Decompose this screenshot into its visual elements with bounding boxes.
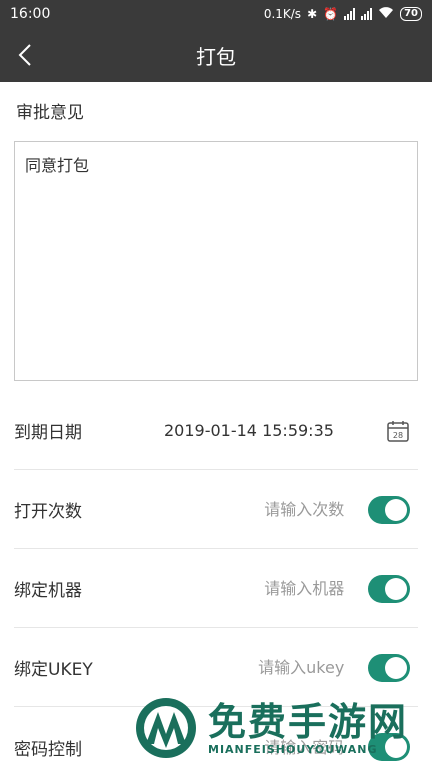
net-speed: 0.1K/s bbox=[263, 7, 302, 21]
toggle-knob bbox=[385, 577, 407, 600]
back-button[interactable] bbox=[10, 40, 40, 70]
wifi-icon bbox=[378, 6, 394, 22]
expiry-row[interactable]: 到期日期 2019-01-14 15:59:35 28 bbox=[14, 392, 418, 470]
bind-ukey-input[interactable] bbox=[144, 658, 345, 677]
calendar-icon[interactable]: 28 bbox=[386, 419, 410, 443]
approval-label: 审批意见 bbox=[16, 103, 84, 123]
open-count-toggle[interactable] bbox=[368, 495, 410, 524]
battery-icon: 70 bbox=[400, 7, 422, 21]
status-time: 16:00 bbox=[10, 6, 51, 22]
toggle-knob bbox=[385, 656, 407, 679]
expiry-label: 到期日期 bbox=[14, 423, 82, 443]
bind-machine-toggle[interactable] bbox=[368, 574, 410, 603]
bluetooth-icon: ✱ bbox=[307, 7, 318, 21]
password-label: 密码控制 bbox=[14, 739, 82, 760]
bind-machine-label: 绑定机器 bbox=[14, 581, 82, 601]
toggle-knob bbox=[385, 498, 407, 521]
bind-ukey-toggle[interactable] bbox=[368, 653, 410, 682]
open-count-input[interactable] bbox=[144, 500, 345, 519]
status-icons: 0.1K/s ✱ ⏰ 70 bbox=[263, 6, 422, 22]
open-count-label: 打开次数 bbox=[14, 502, 82, 522]
bind-machine-row: 绑定机器 bbox=[14, 550, 418, 628]
watermark-text: 免费手游网 MIANFEISHOUYOUWANG bbox=[208, 701, 408, 756]
watermark-logo-icon bbox=[136, 698, 196, 758]
title-bar: 打包 bbox=[0, 28, 432, 82]
watermark-domain: MIANFEISHOUYOUWANG bbox=[208, 742, 378, 756]
open-count-row: 打开次数 bbox=[14, 471, 418, 549]
alarm-icon: ⏰ bbox=[323, 7, 339, 21]
expiry-value[interactable]: 2019-01-14 15:59:35 bbox=[164, 421, 386, 440]
bind-machine-input[interactable] bbox=[144, 579, 345, 598]
page-title: 打包 bbox=[196, 44, 236, 69]
approval-comment-input[interactable] bbox=[14, 141, 418, 381]
signal-icon-2 bbox=[361, 8, 373, 20]
watermark-name: 免费手游网 bbox=[208, 699, 409, 744]
chevron-left-icon bbox=[18, 44, 31, 66]
signal-icon bbox=[344, 8, 356, 20]
bind-ukey-label: 绑定UKEY bbox=[14, 660, 93, 680]
calendar-day: 28 bbox=[393, 431, 403, 440]
status-bar: 16:00 0.1K/s ✱ ⏰ 70 bbox=[0, 0, 432, 28]
watermark: 免费手游网 MIANFEISHOUYOUWANG bbox=[132, 688, 432, 768]
